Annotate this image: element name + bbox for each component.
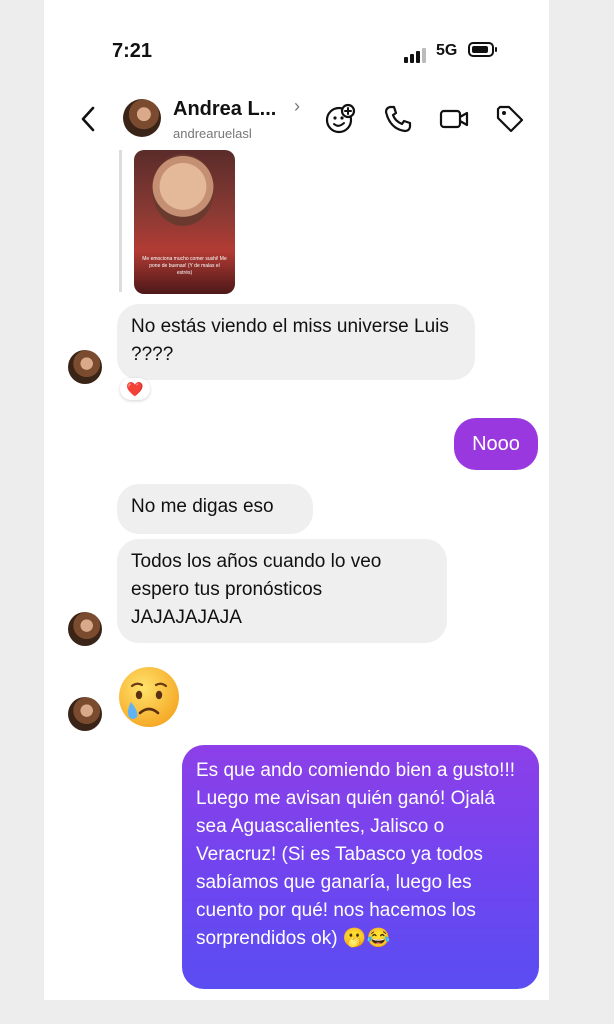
network-label: 5G [436, 42, 458, 59]
contact-name[interactable]: Andrea L... [173, 98, 276, 121]
chat-screen: 7:21 5G Andrea L... › andrearuelasl Me e… [44, 0, 549, 1000]
story-caption: Me emociona mucho comer sushi! Me pone d… [142, 256, 227, 276]
sender-avatar[interactable] [68, 612, 102, 646]
signal-icon [404, 45, 428, 63]
back-arrow-icon[interactable] [80, 105, 96, 133]
story-thumbnail[interactable]: Me emociona mucho comer sushi! Me pone d… [134, 150, 235, 294]
sticker-icon[interactable] [324, 103, 356, 135]
incoming-message[interactable]: No estás viendo el miss universe Luis ??… [117, 304, 475, 380]
tag-icon[interactable] [494, 103, 526, 135]
incoming-message[interactable]: Todos los años cuando lo veo espero tus … [117, 539, 447, 643]
phone-icon[interactable] [382, 103, 414, 135]
sender-avatar[interactable] [68, 697, 102, 731]
video-icon[interactable] [438, 103, 470, 135]
chevron-right-icon[interactable]: › [294, 96, 300, 117]
status-time: 7:21 [112, 40, 153, 62]
outgoing-message[interactable]: Nooo [454, 418, 538, 470]
avatar[interactable] [123, 99, 161, 137]
outgoing-message[interactable]: Es que ando comiendo bien a gusto!!! Lue… [182, 745, 539, 989]
contact-username: andrearuelasl [173, 126, 252, 141]
heart-reaction-icon[interactable]: ❤️ [120, 378, 150, 400]
story-person-image [152, 154, 214, 226]
story-reply-line [119, 150, 122, 292]
battery-icon [468, 42, 497, 57]
crying-face-icon[interactable] [116, 664, 182, 730]
incoming-message[interactable]: No me digas eso [117, 484, 313, 534]
sender-avatar[interactable] [68, 350, 102, 384]
